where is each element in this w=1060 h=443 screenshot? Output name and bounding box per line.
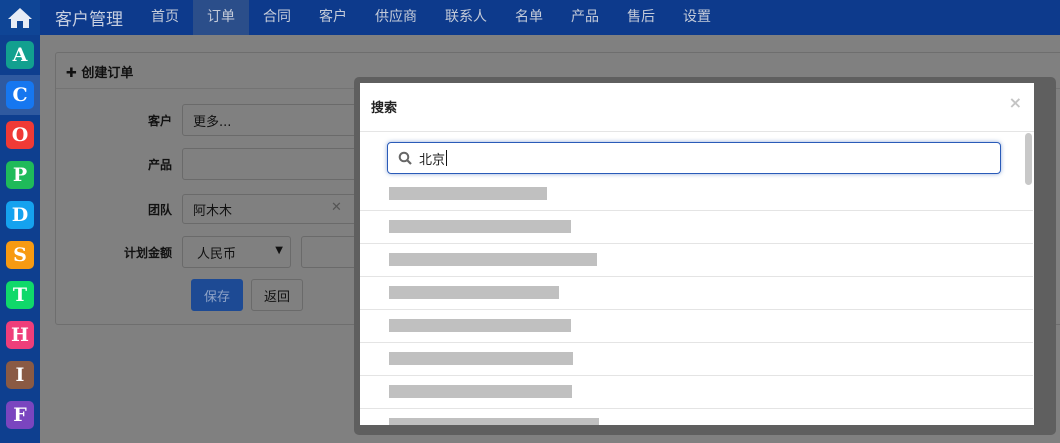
top-nav-bar: 客户管理 首页 订单 合同 客户 供应商 联系人 名单 产品 售后 设置 <box>0 0 1060 35</box>
sidebar-item[interactable]: T <box>0 275 40 315</box>
team-value: 阿木木 <box>193 204 233 219</box>
nav-item[interactable]: 合同 <box>249 0 305 35</box>
app-letter-icon: D <box>6 201 34 229</box>
sidebar-item[interactable]: H <box>0 315 40 355</box>
nav-item[interactable]: 供应商 <box>361 0 431 35</box>
redacted-text <box>389 385 572 398</box>
sidebar-item[interactable]: C <box>0 75 40 115</box>
panel-title: 创建订单 <box>81 66 134 81</box>
nav-item[interactable]: 售后 <box>613 0 669 35</box>
sidebar-item[interactable]: P <box>0 155 40 195</box>
search-input[interactable]: 北京 <box>387 142 1001 174</box>
nav-item[interactable]: 联系人 <box>431 0 501 35</box>
app-letter-icon: I <box>6 361 34 389</box>
currency-value: 人民币 <box>197 247 237 262</box>
app-letter-icon: H <box>6 321 34 349</box>
back-button[interactable]: 返回 <box>251 279 304 311</box>
search-value: 北京 <box>419 152 446 168</box>
sidebar-item[interactable]: S <box>0 235 40 275</box>
text-caret <box>446 150 448 166</box>
sidebar-item[interactable]: O <box>0 115 40 155</box>
redacted-text <box>389 187 547 200</box>
app-letter-icon: F <box>6 401 34 429</box>
app-letter-icon: O <box>6 121 34 149</box>
product-label: 产品 <box>147 157 172 172</box>
result-item[interactable] <box>360 409 1033 425</box>
result-item[interactable] <box>360 211 1033 244</box>
amount-field[interactable] <box>301 236 361 268</box>
redacted-text <box>389 418 599 425</box>
redacted-text <box>389 286 559 299</box>
home-icon[interactable] <box>0 0 40 35</box>
plus-icon: ✚ <box>66 66 82 81</box>
app-letter-icon: P <box>6 161 34 189</box>
nav-item[interactable]: 订单 <box>193 0 249 35</box>
main-nav: 首页 订单 合同 客户 供应商 联系人 名单 产品 售后 设置 <box>137 0 725 35</box>
modal-title: 搜索 <box>371 101 398 116</box>
result-item[interactable] <box>360 178 1033 211</box>
chevron-down-icon: ▼ <box>275 245 283 256</box>
result-item[interactable] <box>360 244 1033 277</box>
app-letter-icon: C <box>6 81 34 109</box>
amount-label: 计划金额 <box>123 245 172 260</box>
sidebar-item[interactable]: F <box>0 395 40 435</box>
search-modal: 搜索 × 北京 <box>354 77 1056 435</box>
search-icon <box>398 151 412 165</box>
scrollbar[interactable] <box>1025 133 1032 185</box>
nav-item[interactable]: 首页 <box>137 0 193 35</box>
customer-label: 客户 <box>147 113 172 128</box>
redacted-text <box>389 352 573 365</box>
app-letter-icon: S <box>6 241 34 269</box>
result-item[interactable] <box>360 343 1033 376</box>
team-label: 团队 <box>147 202 172 217</box>
app-brand: 客户管理 <box>55 10 123 30</box>
result-item[interactable] <box>360 310 1033 343</box>
nav-item[interactable]: 名单 <box>501 0 557 35</box>
result-item[interactable] <box>360 277 1033 310</box>
app-sidebar: ACOPDSTHIF <box>0 35 40 443</box>
redacted-text <box>389 319 571 332</box>
redacted-text <box>389 220 571 233</box>
app-letter-icon: T <box>6 281 34 309</box>
sidebar-item[interactable]: I <box>0 355 40 395</box>
save-button[interactable]: 保存 <box>191 279 244 311</box>
sidebar-item[interactable]: A <box>0 35 40 75</box>
clear-icon[interactable]: ✕ <box>331 200 342 215</box>
sidebar-item[interactable]: D <box>0 195 40 235</box>
redacted-text <box>389 253 597 266</box>
nav-item[interactable]: 产品 <box>557 0 613 35</box>
nav-item[interactable]: 设置 <box>669 0 725 35</box>
app-letter-icon: A <box>6 41 34 69</box>
nav-item[interactable]: 客户 <box>305 0 361 35</box>
search-results <box>360 178 1033 425</box>
currency-select[interactable]: 人民币 ▼ <box>182 236 291 268</box>
close-icon[interactable]: × <box>1009 93 1022 112</box>
result-item[interactable] <box>360 376 1033 409</box>
